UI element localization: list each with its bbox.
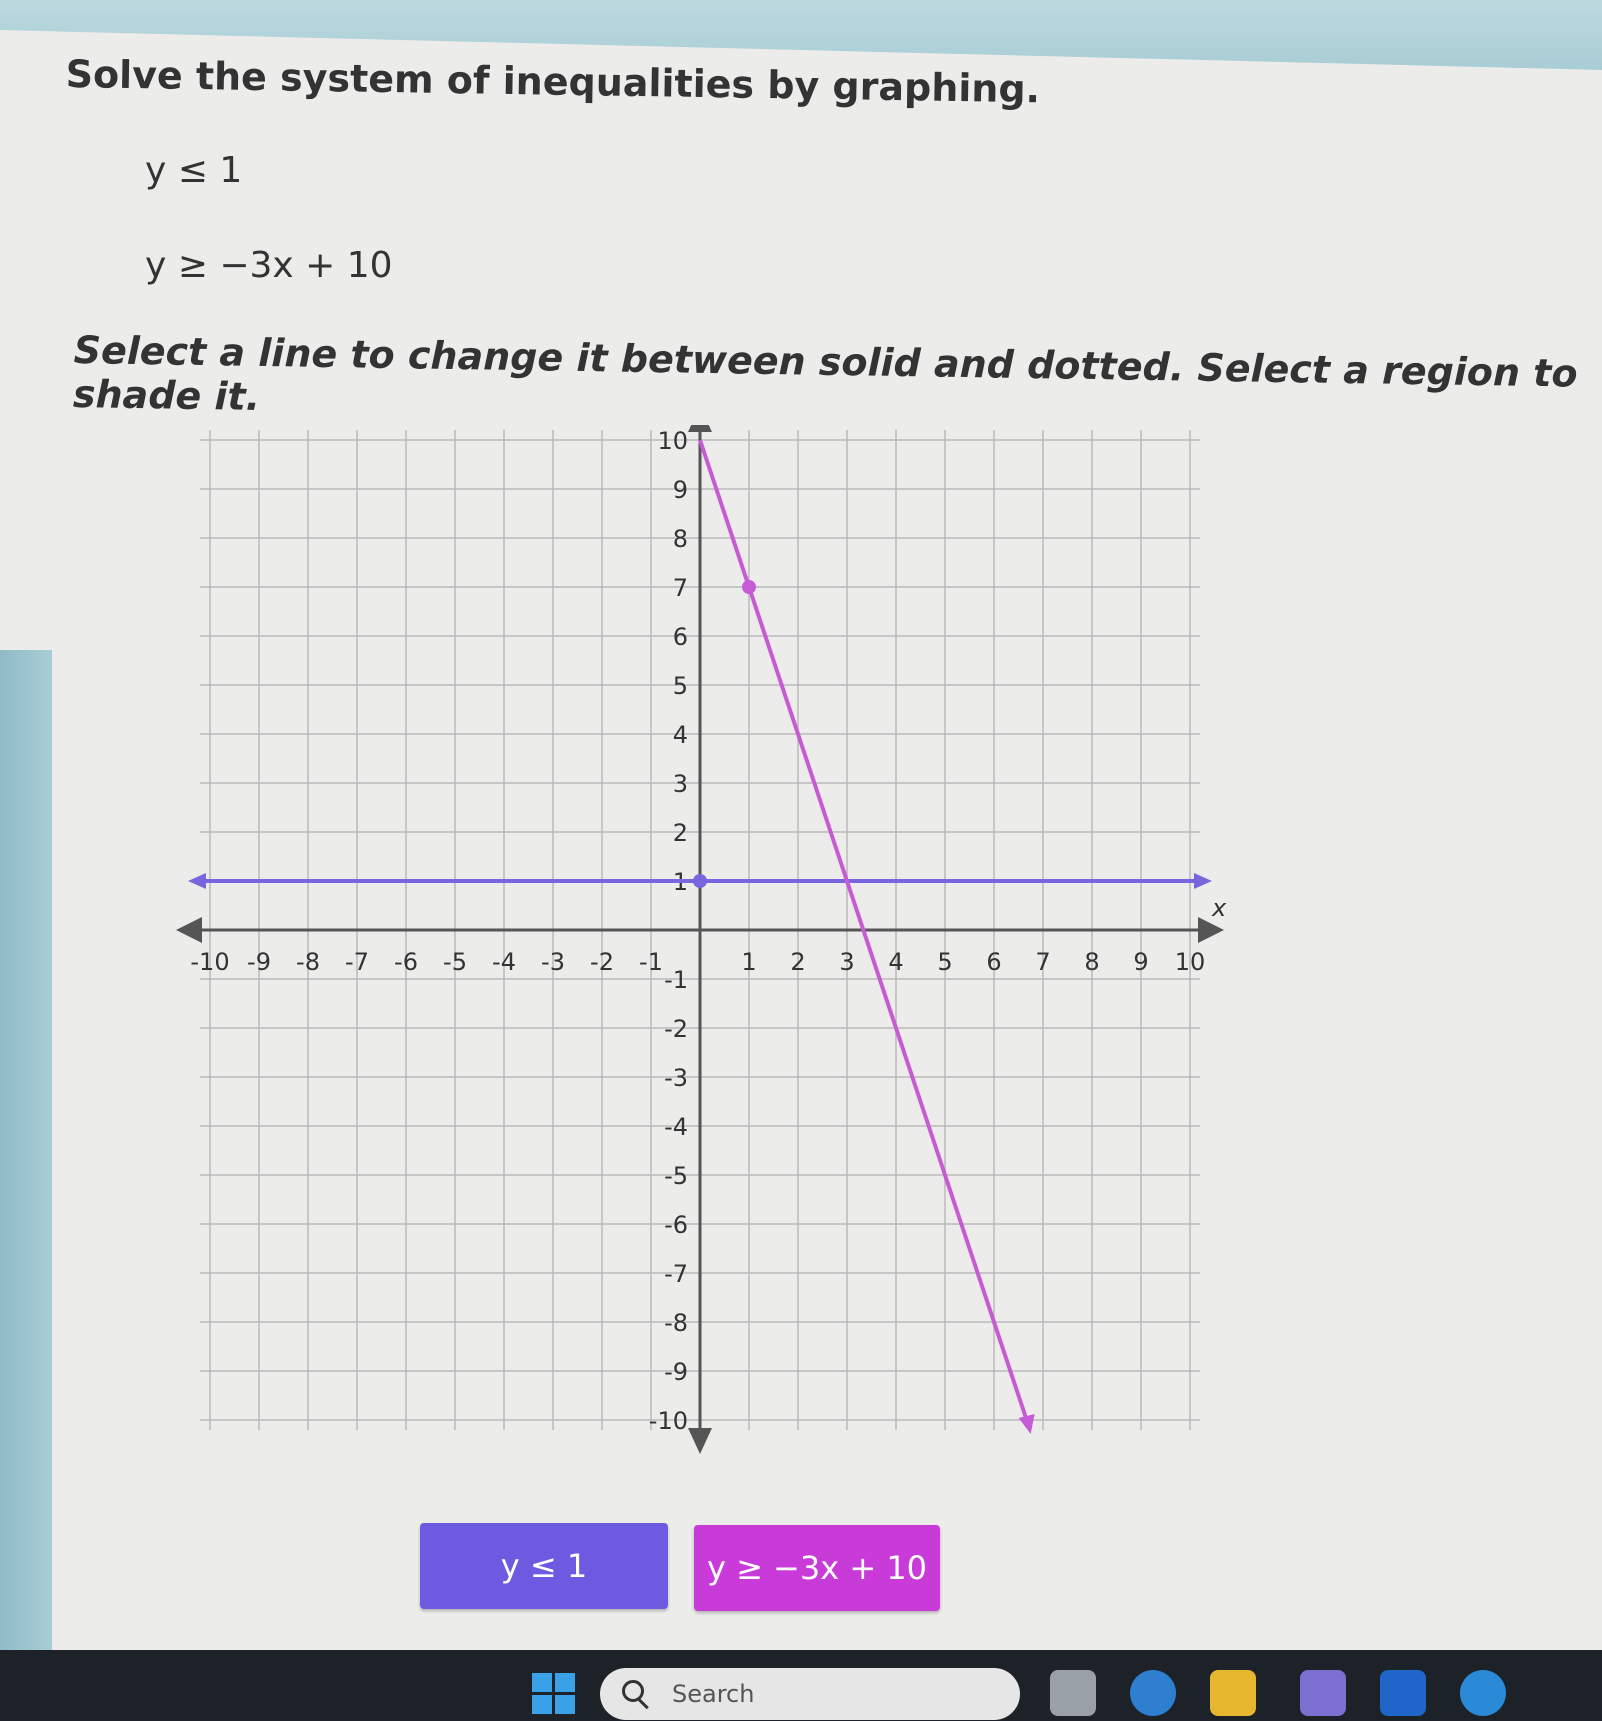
- y-tick-label: -2: [664, 1015, 688, 1043]
- y-axis-label: y: [715, 425, 731, 426]
- x-tick-label: -3: [541, 948, 565, 976]
- line-y-le-1-button[interactable]: y ≤ 1: [420, 1523, 668, 1609]
- y-tick-label: -9: [664, 1358, 688, 1386]
- taskbar-search-label: Search: [672, 1680, 755, 1708]
- x-tick-label: 8: [1084, 948, 1099, 976]
- search-icon: [622, 1680, 644, 1702]
- x-tick-label: 6: [986, 948, 1001, 976]
- y-tick-label: 7: [673, 574, 688, 602]
- x-tick-label: -6: [394, 948, 418, 976]
- y-tick-label: -6: [664, 1211, 688, 1239]
- y-tick-label: -3: [664, 1064, 688, 1092]
- app-icon-1[interactable]: [1050, 1670, 1096, 1716]
- inequality-2: y ≥ −3x + 10: [145, 245, 393, 286]
- x-tick-label: 9: [1133, 948, 1148, 976]
- y-axis-arrow-down: [688, 1428, 712, 1454]
- x-tick-label: -1: [639, 948, 663, 976]
- x-tick-label: -10: [190, 948, 229, 976]
- x-tick-label: -8: [296, 948, 320, 976]
- line-y-le-1-arrow-left: [188, 873, 206, 889]
- app-icon-2[interactable]: [1460, 1670, 1506, 1716]
- inequality-1: y ≤ 1: [145, 150, 243, 191]
- y-tick-label: 3: [673, 770, 688, 798]
- y-tick-label: 9: [673, 476, 688, 504]
- x-tick-label: 1: [741, 948, 756, 976]
- y-axis-arrow-up: [688, 406, 712, 432]
- x-tick-label: -5: [443, 948, 467, 976]
- x-tick-label: 5: [937, 948, 952, 976]
- line-y-ge-neg3x-plus-10-point: [742, 580, 756, 594]
- y-tick-label: -4: [664, 1113, 688, 1141]
- x-axis-label: x: [1211, 894, 1227, 922]
- x-tick-label: -9: [247, 948, 271, 976]
- line-y-le-1-point: [693, 874, 707, 888]
- taskbar-search-input[interactable]: [600, 1668, 1020, 1720]
- x-tick-label: -4: [492, 948, 516, 976]
- y-tick-label: 10: [657, 427, 688, 455]
- edge-browser-icon[interactable]: [1130, 1670, 1176, 1716]
- y-tick-label: -1: [664, 966, 688, 994]
- x-tick-label: -2: [590, 948, 614, 976]
- x-tick-label: 10: [1175, 948, 1206, 976]
- x-tick-label: 4: [888, 948, 903, 976]
- x-axis-arrow-left: [176, 917, 202, 943]
- x-tick-label: 2: [790, 948, 805, 976]
- y-tick-label: -5: [664, 1162, 688, 1190]
- line-y-le-1-arrow-right: [1194, 873, 1212, 889]
- teams-icon[interactable]: [1300, 1670, 1346, 1716]
- x-tick-label: 3: [839, 948, 854, 976]
- windows-start-icon[interactable]: [532, 1673, 576, 1715]
- y-tick-label: 4: [673, 721, 688, 749]
- window-left-edge: [0, 650, 52, 1650]
- y-tick-label: -10: [649, 1407, 688, 1435]
- y-tick-label: 5: [673, 672, 688, 700]
- x-tick-label: 7: [1035, 948, 1050, 976]
- y-tick-label: -8: [664, 1309, 688, 1337]
- graph-canvas[interactable]: xy-10-9-8-7-6-5-4-3-2-112345678910-10-9-…: [155, 398, 1255, 1475]
- x-tick-label: -7: [345, 948, 369, 976]
- line-y-ge-neg3x-plus-10-button[interactable]: y ≥ −3x + 10: [694, 1525, 940, 1611]
- y-tick-label: 8: [673, 525, 688, 553]
- file-explorer-icon[interactable]: [1210, 1670, 1256, 1716]
- y-tick-label: -7: [664, 1260, 688, 1288]
- y-tick-label: 2: [673, 819, 688, 847]
- y-tick-label: 6: [673, 623, 688, 651]
- coordinate-graph[interactable]: xy-10-9-8-7-6-5-4-3-2-112345678910-10-9-…: [155, 398, 1255, 1475]
- line-y-ge-neg3x-plus-10-arrow: [1018, 1414, 1035, 1434]
- outlook-icon[interactable]: [1380, 1670, 1426, 1716]
